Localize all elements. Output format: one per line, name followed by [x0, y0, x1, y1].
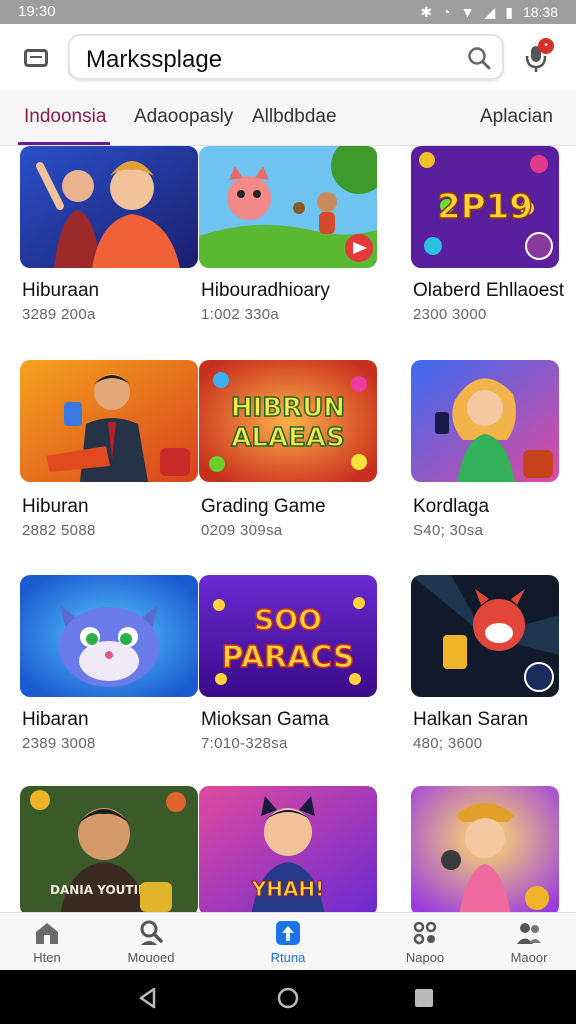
nav-item-mouoed[interactable]: Mouoed: [106, 919, 196, 965]
nav-item-napoo[interactable]: Napoo: [380, 919, 470, 965]
tab-indoonsia[interactable]: Indoonsia: [24, 106, 106, 128]
voice-search-button[interactable]: •: [520, 38, 554, 74]
back-icon[interactable]: [136, 986, 160, 1010]
app-title: Grading Game: [201, 496, 326, 517]
app-subtitle: 2882 5088: [22, 522, 96, 539]
search-person-icon: [140, 920, 163, 945]
home-icon: [36, 923, 58, 944]
app-thumbnail: 2P19: [411, 146, 559, 268]
app-thumbnail: [411, 575, 559, 697]
search-icon[interactable]: [466, 45, 492, 71]
nav-item-maoor[interactable]: Maoor: [484, 919, 574, 965]
menu-icon: [24, 49, 48, 67]
app-title: Halkan Saran: [413, 709, 529, 730]
app-thumbnail: [199, 146, 377, 268]
app-title: Hibouradhioary: [201, 280, 330, 301]
thumb-text: YHAH!: [251, 877, 325, 901]
app-thumbnail: [411, 786, 559, 912]
app-title: Hibaran: [22, 709, 89, 730]
app-subtitle: 2300 3000: [413, 306, 487, 323]
tab-indicator: [18, 142, 110, 145]
nav-label: Hten: [33, 950, 61, 965]
thumb-text: ALAEAS: [231, 423, 344, 453]
battery-icon: ▮: [505, 4, 513, 20]
tab-allbdbdae[interactable]: Allbdbdae: [252, 106, 337, 128]
app-subtitle: 2389 3008: [22, 735, 96, 752]
app-title: Kordlaga: [413, 496, 490, 517]
app-subtitle: 3289 200a: [22, 306, 96, 323]
thumb-text: HIBRUN: [231, 393, 345, 423]
category-tabs: Indoonsia Adaoopasly Allbdbdae Aplacian: [0, 90, 576, 146]
app-title: Hiburaan: [22, 280, 100, 301]
upload-icon: [276, 921, 300, 945]
app-thumbnail: [20, 146, 198, 268]
app-bar: •: [0, 24, 576, 90]
nav-label: Napoo: [405, 950, 445, 965]
signal-icon: ◢: [484, 4, 496, 20]
home-button-icon[interactable]: [276, 986, 300, 1010]
app-title: Mioksan Gama: [201, 709, 329, 730]
menu-button[interactable]: [18, 44, 54, 72]
alarm-icon: ◔: [442, 4, 451, 20]
app-title: Hiburan: [22, 496, 89, 517]
bluetooth-icon: ✱: [420, 4, 433, 20]
nav-item-rtuna[interactable]: Rtuna: [243, 919, 333, 965]
wifi-icon: ▼: [460, 4, 475, 20]
recents-icon[interactable]: [412, 986, 436, 1010]
search-input[interactable]: [86, 46, 446, 74]
app-thumbnail: DANIA YOUTING: [20, 786, 198, 912]
nav-item-home[interactable]: Hten: [2, 919, 92, 965]
app-grid: Hiburaan 3289 200a Hibouradhioary 1:002 …: [0, 146, 576, 912]
status-clock: 18:38: [522, 4, 558, 20]
nav-label: Mouoed: [127, 950, 175, 965]
app-subtitle: 0209 309sa: [201, 522, 283, 539]
status-time: 19:30: [18, 3, 56, 20]
nav-label: Rtuna: [270, 950, 306, 965]
app-thumbnail: SOO PARACS: [199, 575, 377, 697]
app-thumbnail: HIBRUN ALAEAS: [199, 360, 377, 482]
tab-aplacian[interactable]: Aplacian: [480, 106, 553, 128]
system-navigation-bar: [0, 970, 576, 1024]
app-thumbnail: [20, 360, 198, 482]
apps-icon: [413, 921, 437, 945]
app-subtitle: 7:010-328sa: [201, 735, 288, 752]
status-bar: 19:30 ✱ ◔ ▼ ◢ ▮ 18:38: [0, 0, 576, 24]
status-icons: ✱ ◔ ▼ ◢ ▮ 18:38: [420, 3, 558, 21]
thumb-text: PARACS: [222, 640, 355, 675]
app-subtitle: 1:002 330a: [201, 306, 280, 323]
bottom-navigation: Hten Mouoed Rtuna Napoo Maoor: [0, 912, 576, 970]
people-icon: [517, 923, 541, 944]
search-box[interactable]: [68, 34, 504, 80]
thumb-text: SOO: [254, 603, 322, 636]
app-thumbnail: [20, 575, 198, 697]
app-thumbnail: YHAH!: [199, 786, 377, 912]
notification-badge: •: [538, 38, 554, 54]
nav-label: Maoor: [510, 950, 548, 965]
app-thumbnail: [411, 360, 559, 482]
app-subtitle: S40; 30sa: [413, 522, 484, 539]
app-title: Olaberd Ehllaoest: [413, 280, 565, 301]
tab-adaoopasly[interactable]: Adaoopasly: [134, 106, 233, 128]
thumb-text: 2P19: [437, 187, 533, 227]
app-subtitle: 480; 3600: [413, 735, 483, 752]
